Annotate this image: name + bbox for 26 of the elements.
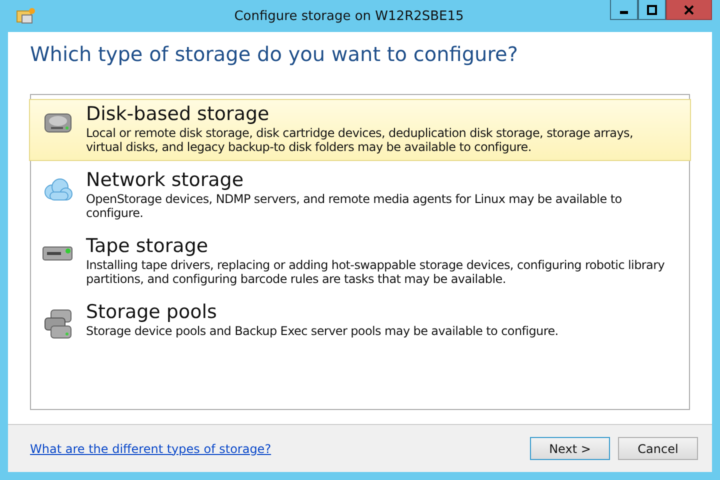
drive-stack-icon: [43, 309, 73, 339]
storage-option[interactable]: Tape storage Installing tape drivers, replacing or adding hot-swappable storage devices, configuring robotic library partitions, and configuring barcode rules are tasks that may be available.: [29, 231, 691, 293]
option-title: Storage pools: [86, 301, 218, 324]
close-icon: [684, 4, 694, 14]
cloud-icon: [42, 177, 74, 203]
dialog-button[interactable]: Next >: [530, 437, 610, 460]
maximize-icon: [647, 4, 657, 14]
option-title: Tape storage: [86, 235, 210, 258]
storage-option[interactable]: Storage pools Storage device pools and Backup Exec server pools may be available to configure.: [29, 297, 691, 346]
minimize-icon: [620, 11, 628, 14]
close-button[interactable]: [666, 0, 712, 20]
hard-drive-icon: [43, 111, 73, 135]
page-heading: Which type of storage do you want to configure?: [30, 42, 519, 66]
option-description: Local or remote disk storage, disk cartridge devices, deduplication disk storage, storage arrays, virtual disks, and legacy backup-to disk folders may be available to configure.: [86, 126, 634, 154]
option-title: Disk-based storage: [86, 103, 270, 126]
option-description: Installing tape drivers, replacing or adding hot-swappable storage devices, configuring robotic library partitions, and configuring barcode rules are tasks that may be available.: [86, 258, 666, 286]
window-title: Configure storage on W12R2SBE15: [233, 8, 465, 24]
help-link[interactable]: What are the different types of storage?: [30, 442, 522, 456]
option-description: Storage device pools and Backup Exec server pools may be available to configure.: [86, 324, 558, 338]
minimize-button[interactable]: [610, 0, 638, 20]
dialog-button[interactable]: Cancel: [618, 437, 698, 460]
option-description: OpenStorage devices, NDMP servers, and remote media agents for Linux may be available to configure.: [86, 192, 623, 220]
app-icon: [16, 7, 36, 25]
storage-option[interactable]: Disk-based storage Local or remote disk storage, disk cartridge devices, deduplication disk storage, storage arrays, virtual disks, and legacy backup-to disk folders may be available to configure.: [29, 99, 691, 161]
storage-option[interactable]: Network storage OpenStorage devices, NDMP servers, and remote media agents for Linux may be available to configure.: [29, 165, 691, 227]
option-title: Network storage: [86, 169, 245, 192]
